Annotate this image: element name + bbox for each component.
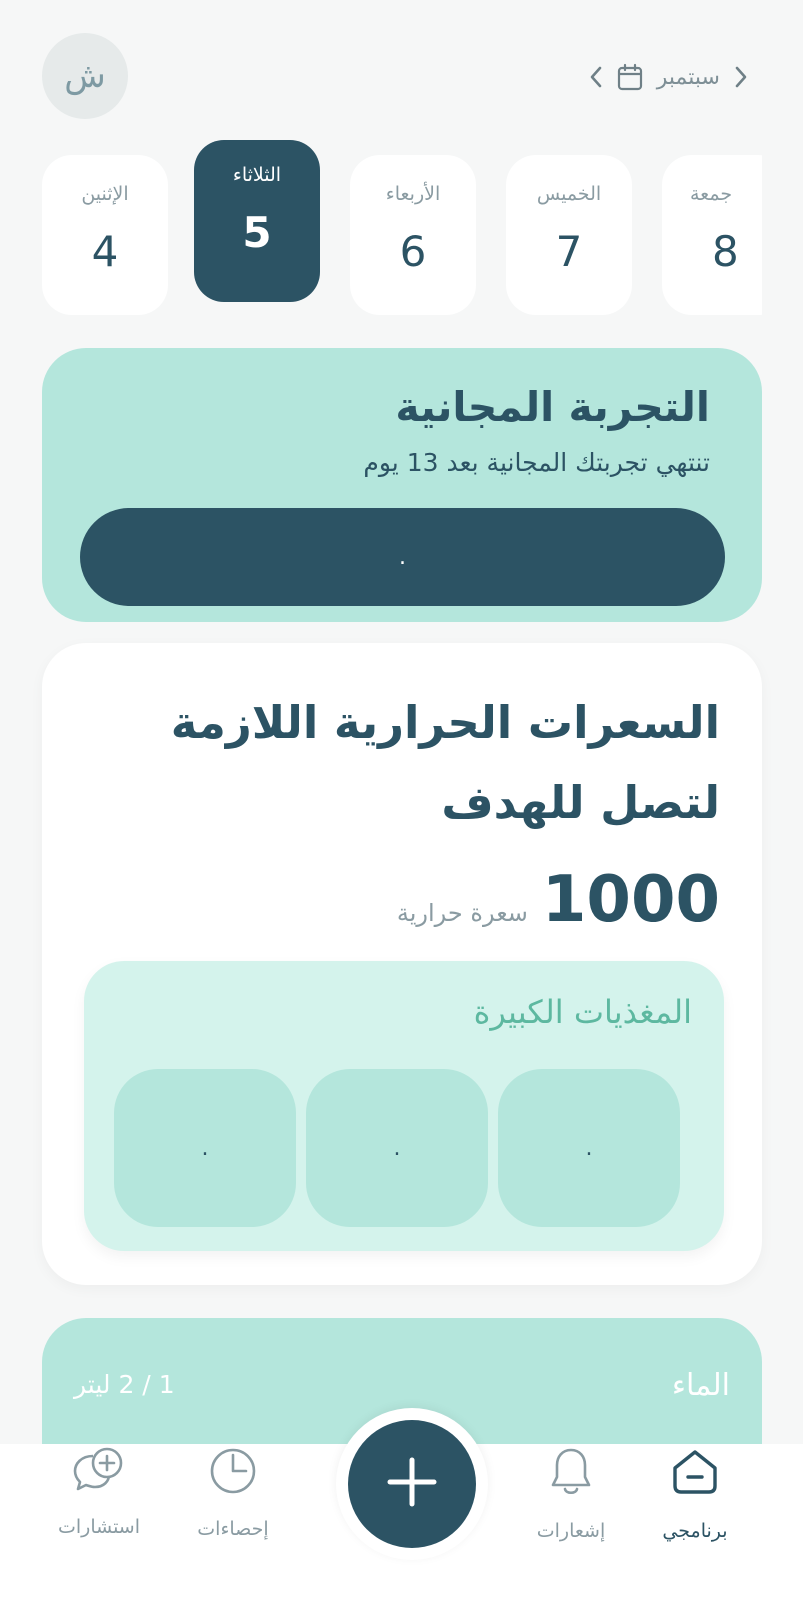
macronutrients-title: المغذيات الكبيرة xyxy=(473,993,692,1031)
day-card-wednesday[interactable]: الأربعاء 6 xyxy=(350,155,476,315)
day-card-thursday[interactable]: الخميس 7 xyxy=(506,155,632,315)
nav-stats[interactable]: إحصاءات xyxy=(168,1444,298,1600)
day-number: 5 xyxy=(242,208,272,257)
calories-unit: سعرة حرارية xyxy=(396,899,528,927)
free-trial-card: التجربة المجانية تنتهي تجربتك المجانية ب… xyxy=(42,348,762,622)
day-card-tuesday-selected[interactable]: الثلاثاء 5 xyxy=(194,140,320,302)
bell-icon xyxy=(549,1446,593,1502)
avatar[interactable]: ش xyxy=(42,33,128,119)
chat-plus-icon xyxy=(71,1446,127,1500)
nav-consultations[interactable]: استشارات xyxy=(34,1444,164,1600)
top-bar: ش سبتمبر xyxy=(0,0,803,150)
month-label[interactable]: سبتمبر xyxy=(657,65,720,90)
day-number: 4 xyxy=(91,227,119,276)
macro-cell[interactable]: . xyxy=(498,1069,680,1227)
day-card-friday[interactable]: جمعة 8 xyxy=(662,155,762,315)
macro-cell[interactable]: . xyxy=(306,1069,488,1227)
trial-action-button[interactable]: . xyxy=(80,508,725,606)
month-navigator: سبتمبر xyxy=(589,55,748,99)
day-selector: الإثنين 4 الثلاثاء 5 الأربعاء 6 الخميس 7… xyxy=(42,140,762,320)
day-name: الأربعاء xyxy=(385,183,441,205)
calories-title: السعرات الحرارية اللازمة لتصل للهدف xyxy=(170,696,720,829)
day-number: 6 xyxy=(399,227,427,276)
nav-label: استشارات xyxy=(57,1516,140,1538)
day-card-monday[interactable]: الإثنين 4 xyxy=(42,155,168,315)
nav-notifications[interactable]: إشعارات xyxy=(506,1444,636,1600)
add-button[interactable] xyxy=(348,1420,476,1548)
nav-my-program[interactable]: برنامجي xyxy=(630,1444,760,1600)
calories-card: السعرات الحرارية اللازمة لتصل للهدف 1000… xyxy=(42,643,762,1285)
day-name: جمعة xyxy=(690,183,733,205)
calories-value: 1000 xyxy=(541,863,720,937)
pie-chart-icon xyxy=(208,1446,258,1500)
day-name: الإثنين xyxy=(81,183,129,205)
trial-title: التجربة المجانية xyxy=(395,383,710,431)
trial-subtitle: تنتهي تجربتك المجانية بعد 13 يوم xyxy=(363,448,710,477)
water-title: الماء xyxy=(671,1368,730,1403)
water-amount: 1 / 2 ليتر xyxy=(74,1370,175,1399)
macronutrients-box: المغذيات الكبيرة . . . xyxy=(84,961,724,1251)
home-icon xyxy=(669,1446,721,1502)
macro-cell[interactable]: . xyxy=(114,1069,296,1227)
plus-icon xyxy=(386,1456,438,1512)
calendar-icon[interactable] xyxy=(617,63,643,91)
calories-value-row: 1000 سعرة حرارية xyxy=(397,863,720,937)
day-name: الثلاثاء xyxy=(232,164,282,186)
chevron-left-icon[interactable] xyxy=(589,65,603,89)
day-number: 7 xyxy=(555,227,583,276)
day-name: الخميس xyxy=(536,183,602,205)
day-number: 8 xyxy=(712,227,739,276)
nav-label: برنامجي xyxy=(662,1520,728,1542)
nav-label: إحصاءات xyxy=(197,1518,269,1540)
chevron-right-icon[interactable] xyxy=(734,65,748,89)
nav-label: إشعارات xyxy=(536,1520,606,1542)
